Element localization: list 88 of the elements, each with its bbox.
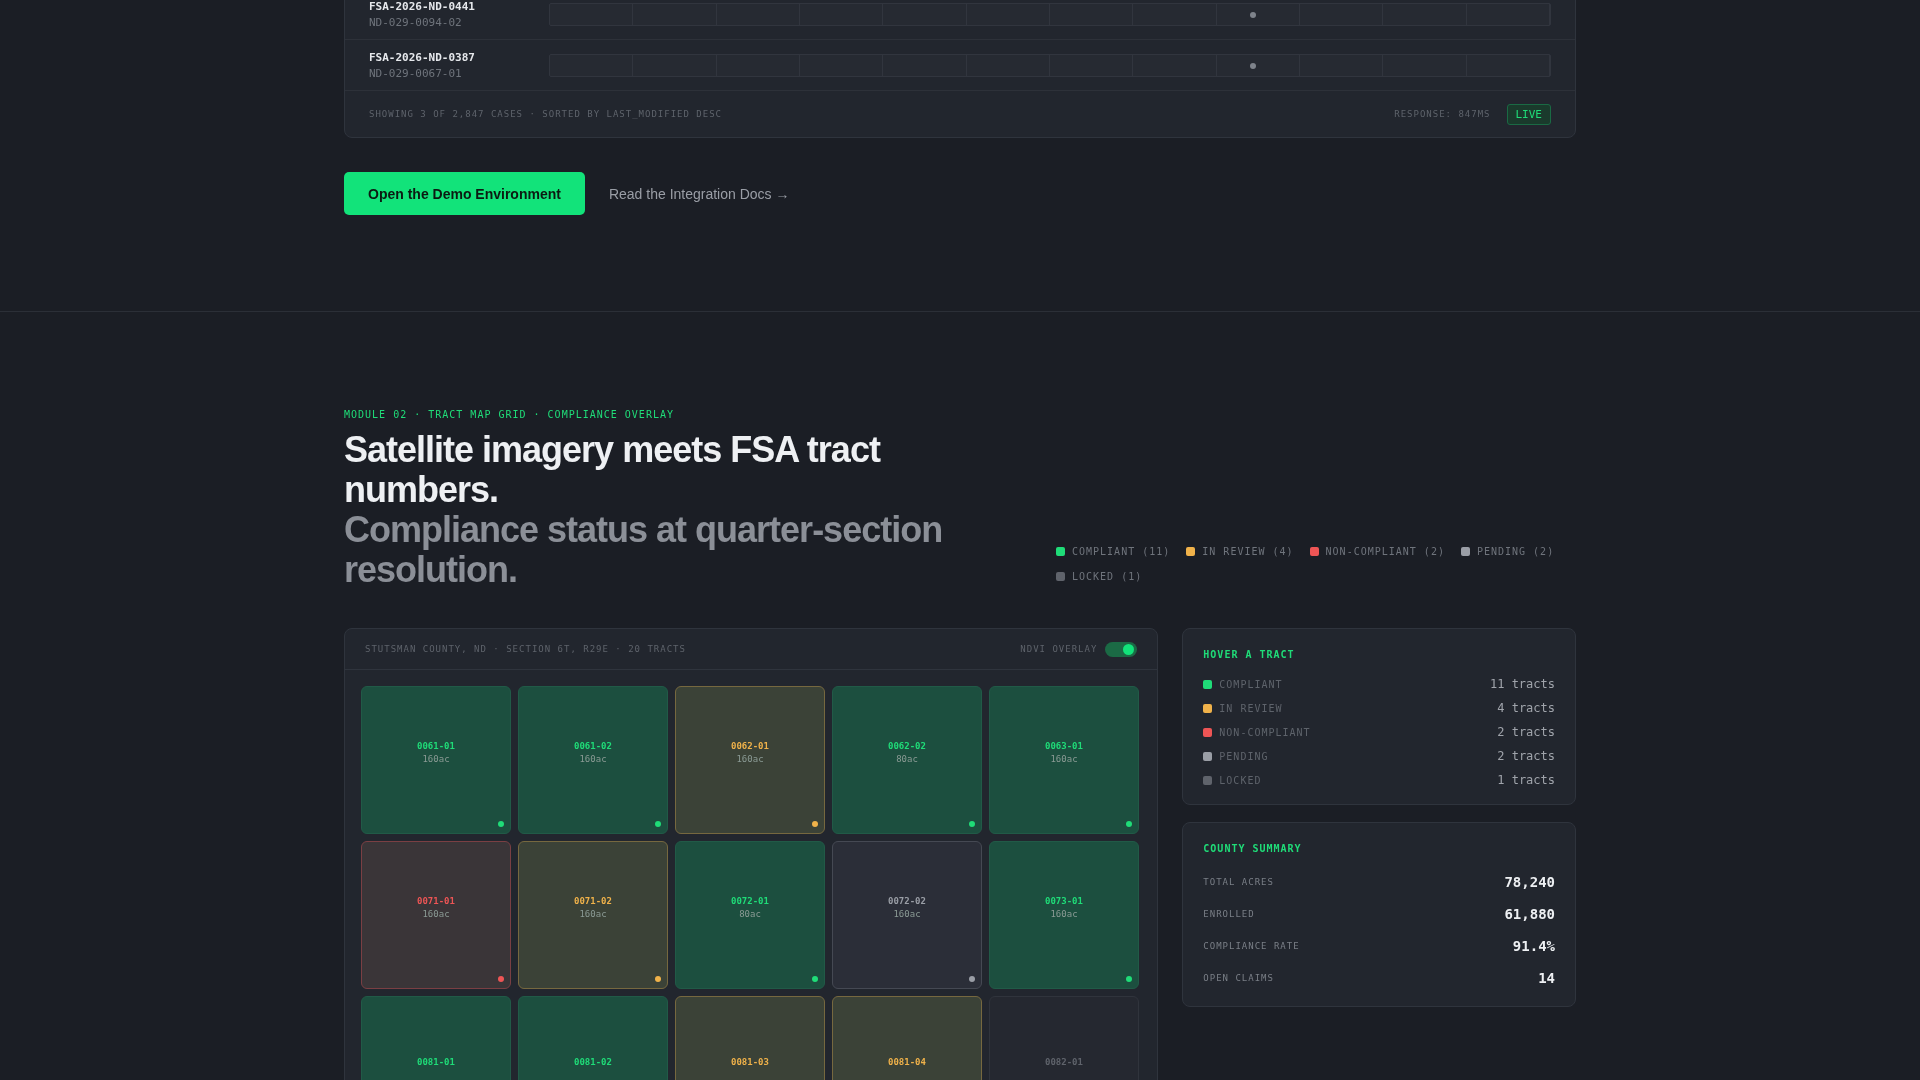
tract-tile[interactable]: 0061-01 160ac [361,686,511,834]
case-id: FSA-2026-ND-0387 [369,50,476,64]
tract-number: 0073-01 [1045,895,1083,906]
legend-label: PENDING (2) [1476,546,1555,557]
tract-tile[interactable]: 0062-02 80ac [832,686,982,834]
status-label: LOCKED [1219,774,1263,786]
tract-acres: 80ac [739,908,761,919]
status-dot [969,976,975,982]
status-dot [812,976,818,982]
tract-tile[interactable]: 0081-04 [832,996,982,1080]
stat-value: 14 [1538,970,1555,986]
tract-number: 0071-01 [417,895,455,906]
tract-number: 0081-03 [731,1057,769,1067]
panel-title: HOVER A TRACT [1203,649,1296,660]
legend-label: LOCKED (1) [1072,571,1143,582]
legend-label: NON-COMPLIANT (2) [1325,546,1445,557]
tract-tile[interactable]: 0063-01 160ac [989,686,1139,834]
tract-number: 0072-01 [731,895,769,906]
module-eyebrow: MODULE 02 · TRACT MAP GRID · COMPLIANCE OVERLAY [344,409,675,420]
tract-acres: 160ac [736,753,764,764]
tract-acres: 160ac [1050,908,1078,919]
status-dot [1126,976,1132,982]
tract-tile[interactable]: 0062-01 160ac [675,686,825,834]
tract-number: 0061-02 [574,740,612,751]
tract-acres: 160ac [1050,753,1078,764]
tract-acres: 160ac [422,908,450,919]
status-dot [655,821,661,827]
tract-acres: 160ac [579,908,607,919]
tract-tile[interactable]: 0061-02 160ac [518,686,668,834]
tract-count: 2 tracts [1497,749,1555,763]
section-subtitle: Compliance status at quarter-section resolution. [344,510,944,590]
tract-tile[interactable]: 0081-01 [361,996,511,1080]
tract-number: 0071-02 [574,895,612,906]
status-label: NON-COMPLIANT [1219,726,1312,738]
tract-acres: 160ac [422,753,450,764]
tract-acres: 160ac [893,908,921,919]
tract-acres: 160ac [579,753,607,764]
tract-count: 11 tracts [1489,677,1555,691]
tract-tile[interactable]: 0073-01 160ac [989,841,1139,989]
tract-number: 0081-04 [888,1057,926,1067]
tract-acres: 80ac [896,753,918,764]
tract-tile[interactable]: 0071-01 160ac [361,841,511,989]
panel-title: COUNTY SUMMARY [1203,843,1303,854]
legend-label: COMPLIANT (11) [1072,546,1171,557]
tract-number: 0082-01 [1045,1057,1083,1067]
status-dot [969,821,975,827]
stat-value: 91.4% [1512,938,1555,954]
response-time: RESPONSE: 847MS [1394,109,1491,119]
stat-label: OPEN CLAIMS [1203,973,1274,983]
status-label: PENDING [1219,750,1270,762]
tract-tile[interactable]: 0072-02 160ac [832,841,982,989]
stat-value: 78,240 [1504,874,1555,890]
case-id: FSA-2026-ND-0441 [369,0,476,13]
status-dot [1126,821,1132,827]
tract-number: 0061-01 [417,740,455,751]
tract-tile[interactable]: 0071-02 160ac [518,841,668,989]
status-label: COMPLIANT [1219,678,1284,690]
overlay-label: NDVI OVERLAY [1020,644,1098,654]
section-title: Satellite imagery meets FSA tract numbers. [344,430,882,510]
stat-label: ENROLLED [1203,909,1255,919]
docs-link[interactable]: Read the Integration Docs → [608,185,790,202]
tract-number: 0062-02 [888,740,926,751]
tract-count: 1 tracts [1497,773,1555,787]
tract-number: 0063-01 [1045,740,1083,751]
demo-button[interactable]: Open the Demo Environment [344,172,585,215]
tract-tile[interactable]: 0081-03 [675,996,825,1080]
stat-label: TOTAL ACRES [1203,877,1274,887]
tract-number: 0081-02 [574,1057,612,1067]
tract-count: 2 tracts [1497,725,1555,739]
tract-number: 0072-02 [888,895,926,906]
status-dot [812,821,818,827]
tract-tile[interactable]: 0081-02 [518,996,668,1080]
tract-number: 0062-01 [731,740,769,751]
map-caption: STUTSMAN COUNTY, ND · SECTION 6T, R29E · 20 TRACTS [365,644,686,654]
status-dot [498,821,504,827]
tract-tile[interactable]: 0072-01 80ac [675,841,825,989]
tract-id: ND-029-0067-01 [369,66,463,80]
live-badge: LIVE [1506,103,1551,125]
status-dot [655,976,661,982]
status-label: IN REVIEW [1219,702,1284,714]
status-dot [498,976,504,982]
stat-value: 61,880 [1504,906,1555,922]
tract-id: ND-029-0094-02 [369,15,463,29]
overlay-toggle[interactable] [1105,641,1138,657]
tract-number: 0081-01 [417,1057,455,1067]
legend-label: IN REVIEW (4) [1202,546,1294,557]
tract-count: 4 tracts [1497,701,1555,715]
stat-label: COMPLIANCE RATE [1203,941,1300,951]
